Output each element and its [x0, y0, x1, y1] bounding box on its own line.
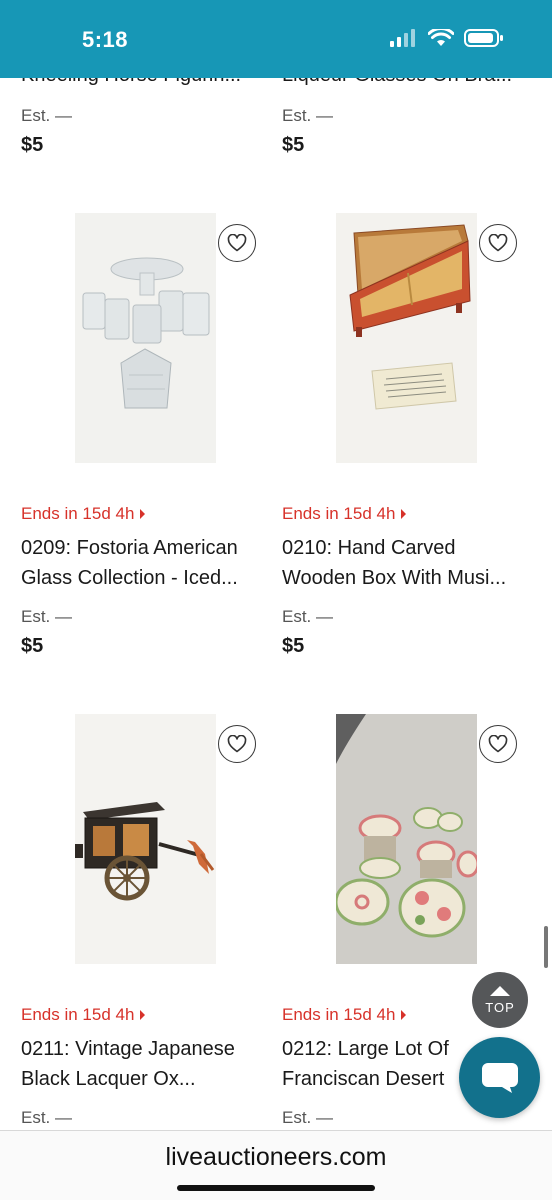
lot-title-line: Glass Collection - Iced...	[21, 567, 238, 589]
heart-icon	[488, 735, 508, 753]
lot-ends-text: Ends in 15d 4h	[282, 504, 396, 523]
lot-ends-text: Ends in 15d 4h	[21, 1005, 135, 1024]
lot-estimate: Est. —	[282, 607, 334, 626]
chat-button[interactable]	[459, 1037, 540, 1118]
heart-icon	[227, 234, 247, 252]
lot-price: $5	[282, 134, 305, 156]
lot-estimate: Est. —	[21, 607, 73, 626]
favorite-heart-button[interactable]	[479, 224, 517, 262]
lot-title-line: Wooden Box With Musi...	[282, 567, 507, 589]
caret-right-icon	[401, 1010, 407, 1020]
lot-ends-text: Ends in 15d 4h	[21, 504, 135, 523]
lot-title[interactable]: 0210: Hand Carved Wooden Box With Musi..…	[282, 533, 532, 593]
browser-url[interactable]: liveauctioneers.com	[0, 1143, 552, 1172]
browser-address-bar[interactable]: liveauctioneers.com	[0, 1130, 552, 1200]
caret-right-icon	[140, 509, 146, 519]
lot-ends-timer: Ends in 15d 4h	[282, 504, 407, 524]
status-bar: 5:18	[0, 0, 552, 78]
wifi-icon	[428, 29, 454, 46]
lot-estimate: Est. —	[282, 1108, 334, 1127]
lot-title-line: 0211: Vintage Japanese	[21, 1038, 235, 1060]
lot-grid[interactable]: Kneeling Horse Figurin... Est. — $5 Liqu…	[0, 78, 552, 1130]
lot-title-cutoff[interactable]: Kneeling Horse Figurin...	[21, 78, 273, 87]
lot-price: $5	[21, 134, 44, 156]
lot-ends-timer: Ends in 15d 4h	[282, 1005, 407, 1025]
arrow-up-icon	[490, 985, 510, 996]
caret-right-icon	[401, 509, 407, 519]
caret-right-icon	[140, 1010, 146, 1020]
lot-ends-timer: Ends in 15d 4h	[21, 504, 146, 524]
lot-price: $5	[21, 635, 44, 657]
home-indicator[interactable]	[177, 1185, 375, 1191]
lot-ends-text: Ends in 15d 4h	[282, 1005, 396, 1024]
status-icons	[390, 28, 504, 48]
cellular-signal-icon	[390, 29, 415, 47]
battery-icon	[464, 29, 503, 47]
lot-title[interactable]: 0209: Fostoria American Glass Collection…	[21, 533, 271, 593]
lot-price: $5	[282, 635, 305, 657]
lot-title-line: 0210: Hand Carved	[282, 537, 456, 559]
lot-estimate: Est. —	[21, 1108, 73, 1127]
chat-bubble-icon	[481, 1062, 518, 1093]
heart-icon	[227, 735, 247, 753]
scrollbar-thumb[interactable]	[544, 926, 548, 968]
lot-image-glassware[interactable]	[75, 213, 216, 463]
status-time: 5:18	[82, 27, 129, 52]
lot-image-ox-cart[interactable]	[75, 714, 216, 964]
favorite-heart-button[interactable]	[218, 725, 256, 763]
favorite-heart-button[interactable]	[218, 224, 256, 262]
lot-title-line: Black Lacquer Ox...	[21, 1068, 196, 1090]
lot-estimate: Est. —	[21, 106, 73, 125]
lot-image-dinnerware[interactable]	[336, 714, 477, 964]
lot-title-cutoff[interactable]: Liqueur Glasses On Bra...	[282, 78, 534, 87]
lot-estimate: Est. —	[282, 106, 334, 125]
lot-image-wooden-box[interactable]	[336, 213, 477, 463]
back-to-top-button[interactable]: TOP	[472, 972, 528, 1028]
favorite-heart-button[interactable]	[479, 725, 517, 763]
lot-title-line: 0209: Fostoria American	[21, 537, 238, 559]
back-to-top-label: TOP	[485, 999, 515, 1015]
lot-ends-timer: Ends in 15d 4h	[21, 1005, 146, 1025]
heart-icon	[488, 234, 508, 252]
lot-title[interactable]: 0211: Vintage Japanese Black Lacquer Ox.…	[21, 1034, 271, 1094]
